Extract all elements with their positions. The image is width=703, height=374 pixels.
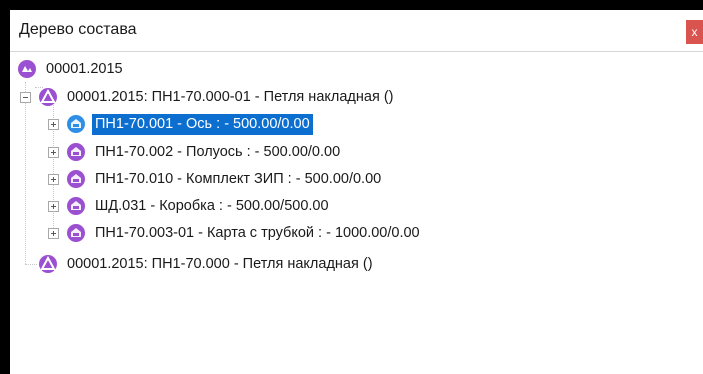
tree-connector-line [25, 264, 37, 265]
tree-node-label: ПН1-70.003-01 - Карта с трубкой : - 1000… [95, 224, 420, 241]
tree-node[interactable]: 00001.2015: ПН1-70.000 - Петля накладная… [38, 253, 376, 275]
assembly-icon [39, 88, 57, 106]
tree-node-label: 00001.2015 [46, 60, 123, 77]
expand-toggle[interactable] [48, 200, 59, 212]
tree-node-label: ШД.031 - Коробка : - 500.00/500.00 [95, 197, 329, 214]
tree-node[interactable]: ШД.031 - Коробка : - 500.00/500.00 [48, 195, 332, 217]
collapse-toggle[interactable] [20, 91, 31, 103]
tree-connector-line [25, 82, 26, 264]
tree-node[interactable]: ПН1-70.001 - Ось : - 500.00/0.00 [48, 113, 313, 135]
expand-toggle[interactable] [48, 173, 59, 185]
tree-node-label: ПН1-70.010 - Комплект ЗИП : - 500.00/0.0… [95, 170, 382, 187]
assembly-icon [39, 255, 57, 273]
expand-toggle[interactable] [48, 146, 59, 158]
tree-root-node[interactable]: 00001.2015 [17, 58, 126, 80]
tree-node-label: ПН1-70.002 - Полуось : - 500.00/0.00 [95, 143, 341, 160]
tree-node-label-selected: ПН1-70.001 - Ось : - 500.00/0.00 [92, 113, 313, 135]
tree-node[interactable]: 00001.2015: ПН1-70.000-01 - Петля наклад… [20, 86, 396, 108]
expand-toggle[interactable] [48, 118, 59, 130]
part-icon [67, 224, 85, 242]
part-icon [67, 143, 85, 161]
title-bar: Дерево состава x [10, 10, 703, 52]
tree-node[interactable]: ПН1-70.002 - Полуось : - 500.00/0.00 [48, 141, 343, 163]
part-icon [67, 197, 85, 215]
composition-tree: 00001.2015 00001.2015: ПН1-70.000-01 - П… [10, 52, 703, 374]
window-title: Дерево состава [19, 21, 137, 38]
window-frame-top [0, 0, 703, 10]
window-frame-left [0, 0, 10, 374]
expand-toggle[interactable] [48, 227, 59, 239]
tree-node[interactable]: ПН1-70.003-01 - Карта с трубкой : - 1000… [48, 222, 423, 244]
part-icon [67, 115, 85, 133]
part-icon [67, 170, 85, 188]
tree-node-label: 00001.2015: ПН1-70.000 - Петля накладная… [67, 255, 373, 272]
composition-tree-window: Дерево состава x 00001.2015 00001.2015: … [0, 0, 703, 374]
close-button[interactable]: x [686, 20, 703, 44]
tree-node-label: 00001.2015: ПН1-70.000-01 - Петля наклад… [67, 88, 394, 105]
tree-node[interactable]: ПН1-70.010 - Комплект ЗИП : - 500.00/0.0… [48, 168, 384, 190]
assembly-icon [18, 60, 36, 78]
